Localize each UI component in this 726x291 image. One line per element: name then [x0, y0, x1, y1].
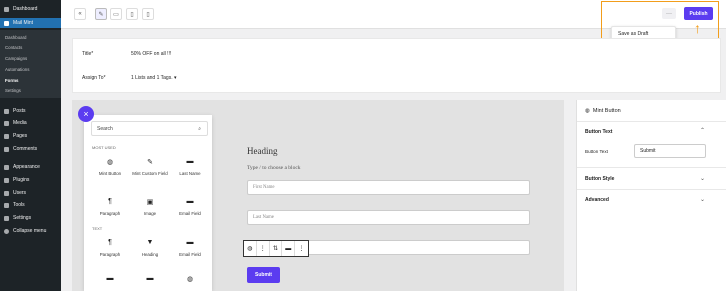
assign-select[interactable]: 1 Lists and 1 Tags. ▾ — [131, 75, 177, 81]
block-last-name[interactable]: ▬ Last Name — [171, 158, 209, 176]
button-text-label: Button Text — [585, 149, 608, 154]
user-icon — [4, 190, 9, 196]
block-item[interactable]: ▬ — [91, 275, 129, 288]
first-name-field[interactable]: First Name — [247, 180, 530, 195]
paragraph-icon: ¶ — [108, 239, 112, 246]
menu-settings[interactable]: Settings — [0, 213, 61, 223]
menu-media[interactable]: Media — [0, 118, 61, 128]
settings-icon — [4, 215, 9, 221]
mail-mint-icon — [4, 20, 9, 26]
search-icon: ⌕ — [198, 125, 201, 132]
input-field-icon: ▬ — [186, 239, 194, 246]
mint-button-icon: ◍ — [186, 276, 194, 283]
menu-pages[interactable]: Pages — [0, 131, 61, 141]
submenu-automations[interactable]: Automations — [5, 67, 29, 72]
button-text-section[interactable]: Button Text — [585, 129, 612, 135]
block-mint-button[interactable]: ◍ Mint Button — [91, 158, 129, 176]
input-field-icon: ▬ — [186, 158, 194, 165]
more-icon[interactable]: ⋮ — [295, 241, 308, 256]
chevron-up-icon[interactable]: ⌃ — [700, 127, 705, 134]
tablet-preview-icon[interactable]: ▯ — [126, 8, 138, 20]
submit-button[interactable]: Submit — [247, 267, 280, 283]
block-toolbar: ◍ ⋮ ⇅ ▬ ⋮ — [243, 240, 309, 257]
image-icon: ▣ — [146, 199, 154, 206]
submenu-contacts[interactable]: Contacts — [5, 45, 22, 50]
chevron-down-icon: ▾ — [174, 75, 177, 81]
form-heading[interactable]: Heading — [247, 146, 278, 156]
menu-users[interactable]: Users — [0, 188, 61, 198]
submenu-settings[interactable]: Settings — [5, 88, 21, 93]
mint-button-icon: ◍ — [106, 159, 114, 166]
move-arrows-icon[interactable]: ⇅ — [270, 241, 283, 256]
submenu-dashboard[interactable]: Dashboard — [5, 35, 26, 40]
mint-button-icon: ◍ — [585, 108, 590, 114]
wrench-icon — [4, 202, 9, 208]
menu-tools[interactable]: Tools — [0, 200, 61, 210]
dashboard-icon — [4, 6, 9, 12]
menu-comments[interactable]: Comments — [0, 144, 61, 154]
admin-sidebar: Dashboard Mail Mint Dashboard Contacts C… — [0, 0, 61, 291]
block-email-field[interactable]: ▬ Email Field — [171, 239, 209, 257]
section-most-used: MOST USED — [92, 145, 116, 150]
input-field-icon: ▬ — [106, 275, 114, 282]
edit-icon[interactable]: ✎ — [95, 8, 107, 20]
button-style-section[interactable]: Button Style — [585, 176, 614, 182]
button-text-input[interactable]: Submit — [634, 144, 706, 158]
arrow-up-icon: ↑ — [694, 20, 701, 36]
divider — [577, 121, 726, 122]
title-label: Title* — [82, 51, 94, 57]
block-mint-custom-field[interactable]: ✎ Mint Custom Field — [131, 158, 169, 176]
block-email-field[interactable]: ▬ Email Field — [171, 198, 209, 216]
desktop-preview-icon[interactable]: ▭ — [110, 8, 122, 20]
advanced-section[interactable]: Advanced — [585, 197, 609, 203]
title-input[interactable]: 50% OFF on all !!! — [131, 51, 171, 57]
block-hint[interactable]: Type / to choose a block — [247, 165, 301, 171]
assign-label: Assign To* — [82, 75, 106, 81]
brush-icon — [4, 164, 9, 170]
divider — [577, 189, 726, 190]
publish-button[interactable]: Publish — [684, 7, 713, 20]
bookmark-icon: ▼ — [146, 239, 154, 246]
block-heading[interactable]: ▼ Heading — [131, 239, 169, 257]
chevron-down-icon[interactable]: ⌄ — [700, 196, 705, 203]
paragraph-icon: ¶ — [108, 198, 112, 205]
back-icon[interactable]: « — [74, 8, 86, 20]
pin-icon — [4, 108, 9, 114]
drag-handle-icon[interactable]: ⋮ — [257, 241, 270, 256]
submenu-campaigns[interactable]: Campaigns — [5, 56, 27, 61]
comment-icon — [4, 146, 9, 152]
menu-collapse[interactable]: Collapse menu — [0, 226, 61, 236]
plug-icon — [4, 177, 9, 183]
menu-mail-mint[interactable]: Mail Mint — [0, 18, 61, 28]
mint-button-icon[interactable]: ◍ — [244, 241, 257, 256]
menu-posts[interactable]: Posts — [0, 106, 61, 116]
last-name-field[interactable]: Last Name — [247, 210, 530, 225]
menu-plugins[interactable]: Plugins — [0, 175, 61, 185]
section-text: TEXT — [92, 226, 103, 231]
block-title: ◍ Mint Button — [585, 108, 621, 114]
menu-dashboard[interactable]: Dashboard — [0, 4, 61, 14]
block-item[interactable]: ▬ — [131, 275, 169, 288]
chevron-down-icon[interactable]: ⌄ — [700, 175, 705, 182]
align-icon[interactable]: ▬ — [282, 241, 296, 256]
menu-appearance[interactable]: Appearance — [0, 162, 61, 172]
form-meta-panel: Title* 50% OFF on all !!! Assign To* 1 L… — [72, 38, 721, 93]
block-paragraph[interactable]: ¶ Paragraph — [91, 198, 129, 216]
collapse-icon — [4, 228, 9, 234]
block-paragraph[interactable]: ¶ Paragraph — [91, 239, 129, 257]
media-icon — [4, 120, 9, 126]
submenu-forms[interactable]: Forms — [5, 78, 18, 83]
divider — [577, 167, 726, 168]
block-search-input[interactable]: Search ⌕ — [91, 121, 208, 136]
close-inserter-button[interactable]: × — [78, 106, 94, 122]
more-options-button[interactable]: ··· — [662, 8, 676, 19]
settings-panel: ◍ Mint Button Button Text ⌃ Button Text … — [576, 100, 726, 291]
mobile-preview-icon[interactable]: ▯ — [142, 8, 154, 20]
custom-field-icon: ✎ — [147, 159, 153, 166]
input-field-icon: ▬ — [146, 275, 154, 282]
block-item[interactable]: ◍ — [171, 275, 209, 288]
block-image[interactable]: ▣ Image — [131, 198, 169, 216]
input-field-icon: ▬ — [186, 198, 194, 205]
page-icon — [4, 133, 9, 139]
